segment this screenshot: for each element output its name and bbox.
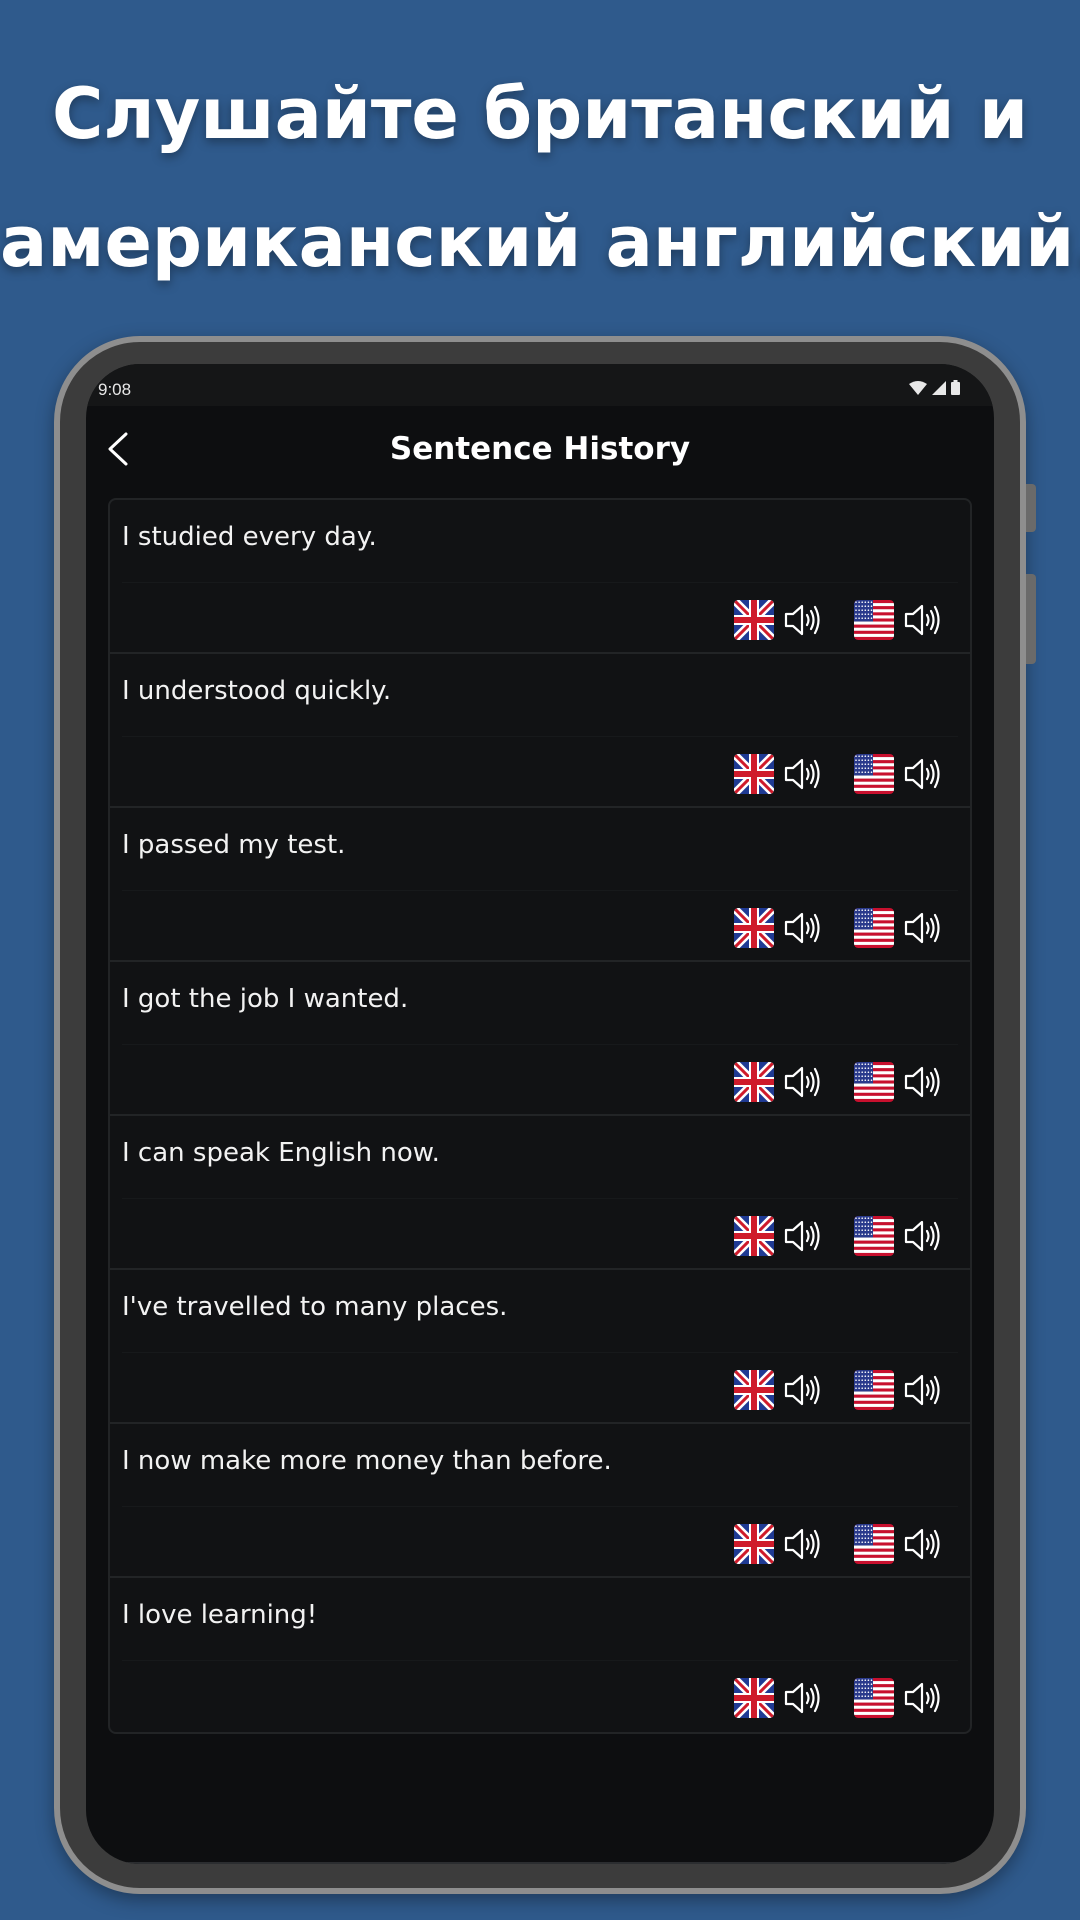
us-flag-icon: [854, 754, 894, 794]
speaker-icon: [902, 1524, 942, 1564]
page-title: Sentence History: [389, 431, 691, 467]
status-time: 9:08: [98, 380, 132, 399]
row-divider: [122, 1506, 958, 1507]
sentence-row: I've travelled to many places.: [110, 1270, 970, 1424]
play-uk-audio-button[interactable]: [734, 754, 822, 794]
speaker-icon: [782, 754, 822, 794]
row-divider: [122, 736, 958, 737]
sentence-row: I passed my test.: [110, 808, 970, 962]
uk-flag-icon: [734, 1216, 774, 1256]
play-uk-audio-button[interactable]: [734, 908, 822, 948]
us-flag-icon: [854, 1062, 894, 1102]
row-divider: [122, 1660, 958, 1661]
play-us-audio-button[interactable]: [854, 600, 942, 640]
sentence-text: I understood quickly.: [122, 676, 392, 706]
play-us-audio-button[interactable]: [854, 1216, 942, 1256]
speaker-icon: [782, 1524, 822, 1564]
speaker-icon: [902, 1216, 942, 1256]
us-flag-icon: [854, 600, 894, 640]
play-us-audio-button[interactable]: [854, 1062, 942, 1102]
uk-flag-icon: [734, 1678, 774, 1718]
sentence-row: I got the job I wanted.: [110, 962, 970, 1116]
uk-flag-icon: [734, 1370, 774, 1410]
us-flag-icon: [854, 1216, 894, 1256]
us-flag-icon: [854, 908, 894, 948]
speaker-icon: [902, 754, 942, 794]
row-divider: [122, 1352, 958, 1353]
row-divider: [122, 1198, 958, 1199]
row-divider: [122, 890, 958, 891]
play-us-audio-button[interactable]: [854, 754, 942, 794]
us-flag-icon: [854, 1524, 894, 1564]
sentence-text: I passed my test.: [122, 830, 346, 860]
speaker-icon: [902, 1062, 942, 1102]
sentence-text: I got the job I wanted.: [122, 984, 409, 1014]
row-divider: [122, 582, 958, 583]
uk-flag-icon: [734, 908, 774, 948]
sentence-row: I studied every day.: [110, 500, 970, 654]
battery-icon: [951, 380, 960, 395]
speaker-icon: [782, 1216, 822, 1256]
status-icons: [909, 380, 960, 395]
speaker-icon: [902, 600, 942, 640]
uk-flag-icon: [734, 754, 774, 794]
play-uk-audio-button[interactable]: [734, 1370, 822, 1410]
speaker-icon: [902, 1678, 942, 1718]
power-button: [1026, 574, 1036, 664]
wifi-icon: [909, 380, 927, 395]
play-uk-audio-button[interactable]: [734, 1062, 822, 1102]
speaker-icon: [782, 1062, 822, 1102]
speaker-icon: [782, 908, 822, 948]
status-bar: 9:08: [86, 364, 994, 406]
sentence-list: I studied every day. I understood quickl…: [108, 498, 972, 1734]
play-us-audio-button[interactable]: [854, 1370, 942, 1410]
speaker-icon: [782, 600, 822, 640]
promo-headline: Слушайте британский и американский англи…: [0, 50, 1080, 306]
speaker-icon: [902, 908, 942, 948]
sentence-row: I love learning!: [110, 1578, 970, 1732]
sentence-row: I understood quickly.: [110, 654, 970, 808]
volume-button: [1026, 484, 1036, 532]
sentence-text: I studied every day.: [122, 522, 377, 552]
play-uk-audio-button[interactable]: [734, 600, 822, 640]
speaker-icon: [782, 1678, 822, 1718]
speaker-icon: [782, 1370, 822, 1410]
sentence-text: I love learning!: [122, 1600, 318, 1630]
sentence-text: I've travelled to many places.: [122, 1292, 508, 1322]
sentence-row: I can speak English now.: [110, 1116, 970, 1270]
app-bar: Sentence History: [86, 406, 994, 492]
us-flag-icon: [854, 1678, 894, 1718]
play-uk-audio-button[interactable]: [734, 1678, 822, 1718]
play-us-audio-button[interactable]: [854, 908, 942, 948]
app-screen: 9:08 Sentence History I studied every da…: [86, 364, 994, 1864]
play-us-audio-button[interactable]: [854, 1678, 942, 1718]
sentence-text: I can speak English now.: [122, 1138, 440, 1168]
sentence-text: I now make more money than before.: [122, 1446, 612, 1476]
row-divider: [122, 1044, 958, 1045]
play-uk-audio-button[interactable]: [734, 1216, 822, 1256]
speaker-icon: [902, 1370, 942, 1410]
signal-icon: [932, 380, 946, 395]
home-indicator: [86, 1862, 994, 1864]
play-us-audio-button[interactable]: [854, 1524, 942, 1564]
sentence-row: I now make more money than before.: [110, 1424, 970, 1578]
us-flag-icon: [854, 1370, 894, 1410]
headline-line-2: американский английский.: [0, 201, 1080, 283]
uk-flag-icon: [734, 1062, 774, 1102]
headline-line-1: Слушайте британский и: [51, 73, 1029, 155]
uk-flag-icon: [734, 600, 774, 640]
play-uk-audio-button[interactable]: [734, 1524, 822, 1564]
uk-flag-icon: [734, 1524, 774, 1564]
